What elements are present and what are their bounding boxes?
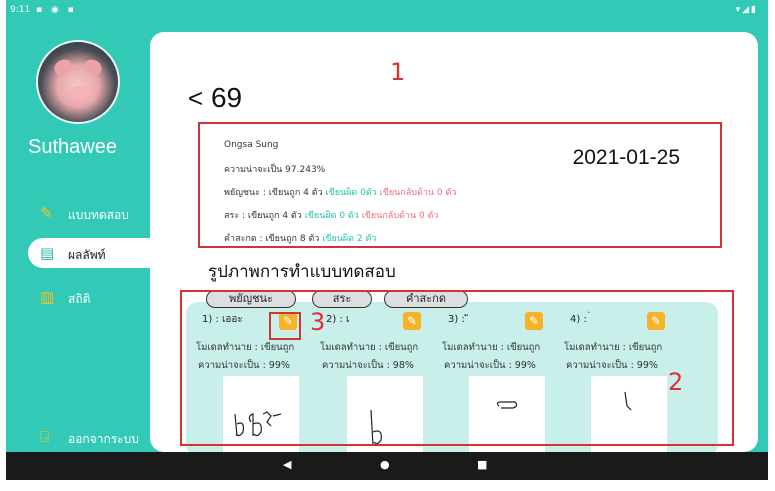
word-correct: คำสะกด : เขียนถูก 8 ตัว	[224, 234, 320, 244]
summary-box: 2021-01-25 Ongsa Sung ความน่าจะเป็น 97.2…	[198, 122, 722, 248]
vowel-summary: สระ : เขียนถูก 4 ตัว เขียนผิด 0 ตัว เขีย…	[224, 208, 438, 222]
status-time: 9:11	[10, 5, 31, 15]
avatar-ear-left	[51, 56, 75, 78]
result-card: 1 < 69 2021-01-25 Ongsa Sung ความน่าจะเป…	[150, 32, 758, 452]
system-icons: ▾◢▮	[735, 5, 758, 15]
chevron-left-icon: <	[188, 83, 204, 113]
vowel-near: เขียนผิด 0 ตัว	[304, 211, 359, 221]
status-bar: 9:11 ▪ ◉ ▪ ▾◢▮	[6, 0, 768, 20]
sidebar-item-test[interactable]: ✎ แบบทดสอบ	[28, 198, 158, 228]
consonant-near: เขียนผิด 0ตัว	[325, 188, 377, 198]
tablet-screenshot: 9:11 ▪ ◉ ▪ ▾◢▮ Suthawee ✎ แบบทดสอบ ▤ ผลล…	[0, 0, 775, 491]
vowel-mirror: เขียนกลับด้าน 0 ตัว	[361, 211, 439, 221]
word-near: เขียนผิด 2 ตัว	[322, 234, 377, 244]
sidebar-item-result[interactable]: ▤ ผลลัพท์	[28, 238, 160, 268]
avatar-snout	[69, 86, 91, 100]
word-summary: คำสะกด : เขียนถูก 8 ตัว เขียนผิด 2 ตัว	[224, 231, 376, 245]
consonant-correct: พยัญชนะ : เขียนถูก 4 ตัว	[224, 188, 323, 198]
consonant-mirror: เขียนกลับด้าน 0 ตัว	[379, 188, 457, 198]
bar-chart-icon: ▥	[40, 288, 55, 306]
back-button[interactable]: < 69	[188, 82, 242, 114]
sidebar-item-logout[interactable]: ⍈ ออกจากระบบ	[28, 422, 158, 452]
annotation-box-2	[180, 290, 734, 446]
page-title: 69	[210, 82, 243, 113]
notification-icons: ▪ ◉ ▪	[36, 5, 77, 15]
sidebar-item-label: ออกจากระบบ	[68, 432, 139, 446]
section-title: รูปภาพการทำแบบทดสอบ	[208, 262, 396, 282]
recent-apps-icon[interactable]: ■	[477, 458, 487, 471]
avatar-ear-right	[81, 56, 105, 78]
pencil-icon: ✎	[40, 204, 53, 222]
sidebar-item-label: แบบทดสอบ	[68, 208, 129, 222]
annotation-3: 3	[310, 308, 326, 336]
home-nav-icon[interactable]: ●	[380, 458, 390, 471]
consonant-summary: พยัญชนะ : เขียนถูก 4 ตัว เขียนผิด 0ตัว เ…	[224, 185, 456, 199]
overall-confidence: ความน่าจะเป็น 97.243%	[224, 165, 326, 175]
document-icon: ▤	[40, 244, 55, 262]
annotation-2: 2	[668, 368, 684, 396]
system-nav-bar: ◀ ● ■	[6, 452, 768, 480]
vowel-correct: สระ : เขียนถูก 4 ตัว	[224, 211, 302, 221]
sidebar-item-label: สถิติ	[68, 292, 91, 306]
user-name: Suthawee	[28, 136, 117, 158]
student-name: Ongsa Sung	[224, 140, 279, 150]
annotation-box-3	[269, 312, 301, 340]
back-nav-icon[interactable]: ◀	[283, 458, 291, 471]
test-date: 2021-01-25	[572, 146, 680, 169]
sidebar-item-stats[interactable]: ▥ สถิติ	[28, 282, 158, 312]
sidebar-item-label: ผลลัพท์	[68, 248, 106, 262]
app-screen: 9:11 ▪ ◉ ▪ ▾◢▮ Suthawee ✎ แบบทดสอบ ▤ ผลล…	[6, 0, 768, 452]
annotation-1: 1	[390, 58, 406, 86]
logout-icon: ⍈	[40, 428, 50, 446]
avatar[interactable]	[36, 40, 120, 124]
